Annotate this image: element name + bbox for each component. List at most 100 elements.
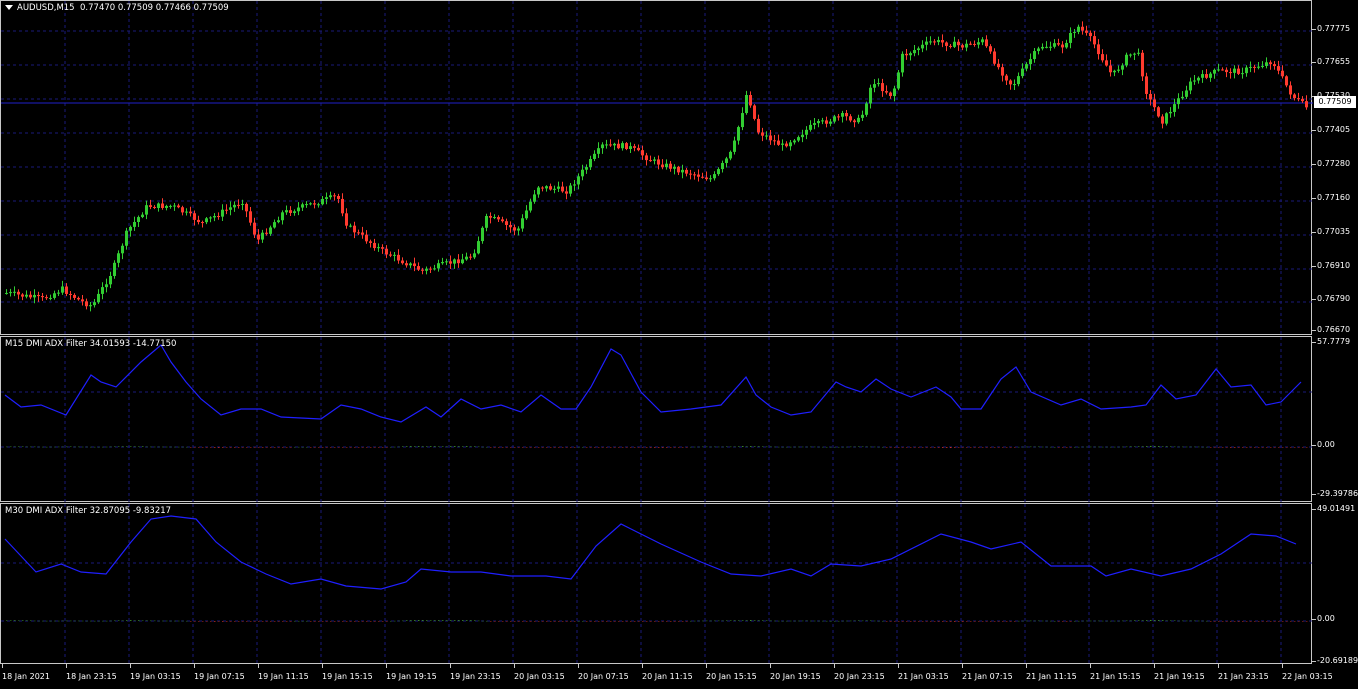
candle-body: [65, 286, 68, 294]
histogram-bar: [758, 446, 760, 447]
candle-body: [665, 163, 668, 168]
histogram-bar: [1134, 620, 1136, 621]
histogram-bar: [630, 447, 632, 448]
candle-body: [1105, 60, 1108, 66]
histogram-bar: [270, 447, 272, 448]
histogram-bar: [1046, 446, 1048, 448]
candle-body: [101, 287, 104, 294]
candle-body: [697, 174, 700, 177]
histogram-bar: [550, 621, 552, 622]
candle-body: [445, 261, 448, 263]
histogram-bar: [174, 620, 176, 622]
histogram-bar: [486, 446, 488, 448]
candle-body: [469, 256, 472, 258]
candle-body: [117, 253, 120, 263]
candle-body: [1261, 65, 1264, 67]
histogram-bar: [286, 447, 288, 448]
candle-body: [521, 218, 524, 229]
candle-body: [149, 205, 152, 207]
candle-body: [137, 217, 140, 222]
indicator-pane-m15[interactable]: M15 DMI ADX Filter 34.01593 -14.77150: [0, 336, 1313, 503]
candle-body: [1233, 68, 1236, 73]
histogram-bar: [1050, 446, 1052, 448]
candle-body: [565, 191, 568, 194]
histogram-bar: [642, 447, 644, 448]
histogram-bar: [998, 447, 1000, 448]
candle-body: [857, 117, 860, 123]
candle-body: [197, 219, 200, 223]
indicator-title-m30: M30 DMI ADX Filter 32.87095 -9.83217: [5, 506, 172, 516]
histogram-bar: [282, 447, 284, 448]
histogram-bar: [1062, 621, 1064, 622]
candle-body: [381, 247, 384, 249]
candle-body: [49, 297, 52, 299]
histogram-bar: [1086, 620, 1088, 622]
histogram-bar: [350, 447, 352, 448]
histogram-bar: [1042, 446, 1044, 448]
candle-body: [73, 294, 76, 298]
price-tick: 0.77405: [1311, 125, 1351, 134]
histogram-bar: [946, 447, 948, 448]
histogram-bar: [846, 620, 848, 622]
histogram-bar: [306, 446, 308, 448]
histogram-bar: [1070, 621, 1072, 622]
candle-body: [369, 241, 372, 243]
histogram-bar: [370, 621, 372, 622]
histogram-bar: [114, 446, 116, 448]
histogram-bar: [1266, 621, 1268, 622]
candle-body: [901, 53, 904, 73]
candle-body: [413, 263, 416, 267]
histogram-bar: [662, 447, 664, 448]
candle-body: [825, 120, 828, 124]
histogram-bar: [18, 446, 20, 447]
histogram-bar: [1230, 621, 1232, 622]
candle-body: [473, 253, 476, 258]
histogram-bar: [154, 620, 156, 622]
histogram-bar: [790, 446, 792, 448]
candle-body: [949, 45, 952, 47]
histogram-bar: [102, 446, 104, 448]
dropdown-arrow-icon[interactable]: [5, 5, 13, 10]
histogram-bar: [922, 447, 924, 448]
candle-body: [801, 134, 804, 138]
histogram-bar: [1218, 621, 1220, 622]
histogram-bar: [126, 620, 128, 621]
adx-line: [4, 515, 1297, 590]
histogram-bar: [1282, 447, 1284, 448]
histogram-bar: [282, 621, 284, 622]
histogram-bar: [1294, 621, 1296, 622]
histogram-bar: [1090, 620, 1092, 622]
indicator-tick: 57.7779: [1311, 337, 1351, 346]
candle-body: [597, 148, 600, 154]
histogram-bar: [926, 621, 928, 622]
histogram-bar: [1298, 621, 1300, 622]
candle-body: [693, 174, 696, 176]
candle-body: [989, 46, 992, 52]
histogram-bar: [1302, 621, 1304, 622]
candle-body: [561, 186, 564, 192]
price-chart-pane[interactable]: AUDUSD,M15 0.77470 0.77509 0.77466 0.775…: [0, 0, 1313, 336]
candle-body: [433, 268, 436, 270]
histogram-bar: [550, 447, 552, 448]
histogram-bar: [1166, 446, 1168, 447]
histogram-bar: [562, 447, 564, 448]
candle-body: [865, 103, 868, 115]
candle-body: [841, 113, 844, 117]
histogram-bar: [842, 620, 844, 622]
histogram-bar: [358, 621, 360, 622]
histogram-bar: [30, 446, 32, 448]
histogram-bar: [594, 621, 596, 622]
histogram-bar: [162, 620, 164, 622]
histogram-bar: [38, 620, 40, 622]
candle-body: [1157, 107, 1160, 117]
indicator-pane-m30[interactable]: M30 DMI ADX Filter 32.87095 -9.83217: [0, 503, 1313, 665]
candle-body: [113, 262, 116, 276]
histogram-bar: [1082, 446, 1084, 448]
histogram-bar: [138, 446, 140, 447]
candle-body: [1213, 69, 1216, 74]
candle-body: [917, 48, 920, 51]
candle-body: [485, 216, 488, 228]
candle-body: [481, 227, 484, 242]
histogram-bar: [446, 620, 448, 621]
histogram-bar: [1278, 447, 1280, 448]
